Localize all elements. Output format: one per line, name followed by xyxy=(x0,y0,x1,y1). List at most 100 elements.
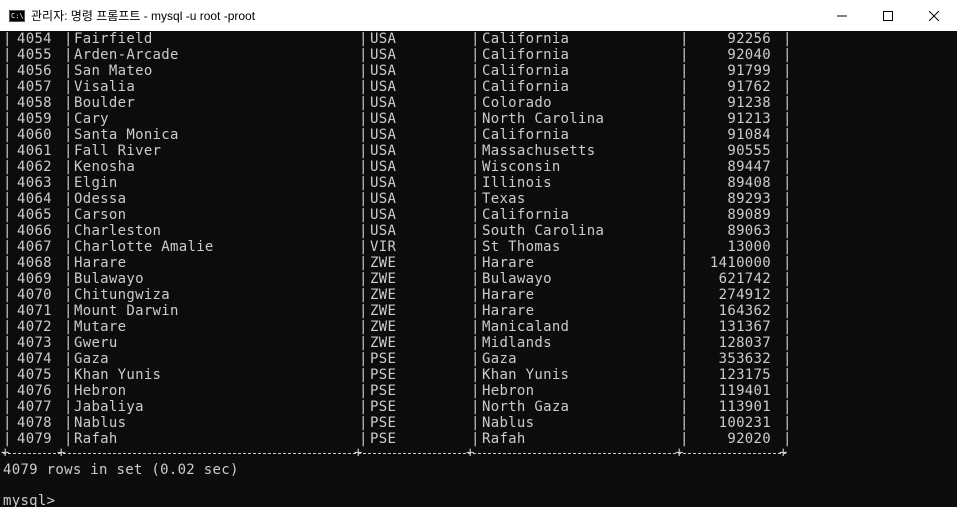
cell-district: Harare xyxy=(482,255,535,271)
column-separator: | xyxy=(64,95,73,111)
cell-countrycode: PSE xyxy=(370,399,397,415)
cell-district: Gaza xyxy=(482,351,517,367)
column-separator: | xyxy=(359,143,368,159)
column-separator: | xyxy=(680,31,689,47)
column-separator: | xyxy=(471,63,480,79)
cell-countrycode: USA xyxy=(370,207,397,223)
column-separator: | xyxy=(783,239,792,255)
column-separator: | xyxy=(64,239,73,255)
cell-countrycode: ZWE xyxy=(370,287,397,303)
column-separator: | xyxy=(359,63,368,79)
column-separator: | xyxy=(471,367,480,383)
column-separator: | xyxy=(359,95,368,111)
cell-name: Nablus xyxy=(74,415,127,431)
cell-name: Mutare xyxy=(74,319,127,335)
column-separator: | xyxy=(471,287,480,303)
cell-id: 4057 xyxy=(17,79,52,95)
cell-id: 4062 xyxy=(17,159,52,175)
column-separator: | xyxy=(64,127,73,143)
column-separator: | xyxy=(783,95,792,111)
window-controls xyxy=(819,0,957,31)
cell-countrycode: PSE xyxy=(370,415,397,431)
column-separator: | xyxy=(3,351,12,367)
column-separator: | xyxy=(680,255,689,271)
column-separator: | xyxy=(3,95,12,111)
close-button[interactable] xyxy=(911,0,957,31)
column-separator: | xyxy=(680,159,689,175)
column-separator: | xyxy=(680,335,689,351)
cell-countrycode: USA xyxy=(370,95,397,111)
column-separator: | xyxy=(64,399,73,415)
column-separator: | xyxy=(783,111,792,127)
column-separator: | xyxy=(783,303,792,319)
column-separator: | xyxy=(359,79,368,95)
cell-countrycode: USA xyxy=(370,31,397,47)
column-separator: | xyxy=(3,239,12,255)
column-separator: | xyxy=(64,223,73,239)
cell-name: Santa Monica xyxy=(74,127,179,143)
cell-population: 353632 xyxy=(718,351,771,367)
column-separator: | xyxy=(359,239,368,255)
column-separator: | xyxy=(64,159,73,175)
column-separator: | xyxy=(783,255,792,271)
column-separator: | xyxy=(359,47,368,63)
column-separator: | xyxy=(3,47,12,63)
column-separator: | xyxy=(680,207,689,223)
column-separator: | xyxy=(680,95,689,111)
cell-name: Mount Darwin xyxy=(74,303,179,319)
console-output[interactable]: | | | | | | 4054 Fairfield USA California 92256 | | |… xyxy=(0,31,957,507)
column-separator: | xyxy=(680,111,689,127)
column-separator: | xyxy=(3,207,12,223)
cell-name: Rafah xyxy=(74,431,118,447)
column-separator: | xyxy=(680,383,689,399)
column-separator: | xyxy=(783,367,792,383)
column-separator: | xyxy=(64,383,73,399)
cell-population: 91799 xyxy=(727,63,771,79)
command-prompt[interactable]: mysql> xyxy=(3,493,55,507)
column-separator: | xyxy=(680,303,689,319)
cell-countrycode: USA xyxy=(370,63,397,79)
column-separator: | xyxy=(471,143,480,159)
column-separator: | xyxy=(3,159,12,175)
cell-countrycode: ZWE xyxy=(370,303,397,319)
close-icon xyxy=(929,10,939,21)
prompt-text: mysql> xyxy=(3,493,56,507)
cell-countrycode: ZWE xyxy=(370,319,397,335)
cell-id: 4067 xyxy=(17,239,52,255)
cell-district: Nablus xyxy=(482,415,535,431)
column-separator: | xyxy=(471,207,480,223)
cell-district: Rafah xyxy=(482,431,526,447)
column-separator: | xyxy=(471,383,480,399)
minimize-button[interactable] xyxy=(819,0,865,31)
maximize-button[interactable] xyxy=(865,0,911,31)
column-separator: | xyxy=(3,383,12,399)
cell-name: Hebron xyxy=(74,383,127,399)
window-titlebar[interactable]: C:\ 관리자: 명령 프롬프트 - mysql -u root -proot xyxy=(0,0,957,31)
cell-district: Bulawayo xyxy=(482,271,552,287)
column-separator: | xyxy=(680,127,689,143)
column-separator: | xyxy=(3,191,12,207)
column-separator: | xyxy=(359,159,368,175)
column-separator: | xyxy=(680,271,689,287)
cell-population: 92040 xyxy=(727,47,771,63)
cell-id: 4060 xyxy=(17,127,52,143)
cell-name: Charlotte Amalie xyxy=(74,239,214,255)
cell-name: Harare xyxy=(74,255,127,271)
cell-district: Texas xyxy=(482,191,526,207)
column-separator: | xyxy=(3,223,12,239)
cell-id: 4061 xyxy=(17,143,52,159)
cell-name: Chitungwiza xyxy=(74,287,171,303)
cell-population: 90555 xyxy=(727,143,771,159)
cell-population: 89293 xyxy=(727,191,771,207)
column-separator: | xyxy=(64,47,73,63)
cell-id: 4058 xyxy=(17,95,52,111)
column-separator: | xyxy=(359,255,368,271)
column-separator: | xyxy=(783,63,792,79)
column-separator: | xyxy=(471,191,480,207)
column-separator: | xyxy=(471,271,480,287)
column-separator: | xyxy=(783,79,792,95)
column-separator: | xyxy=(359,399,368,415)
cell-district: North Carolina xyxy=(482,111,605,127)
column-separator: | xyxy=(3,79,12,95)
column-separator: | xyxy=(783,143,792,159)
